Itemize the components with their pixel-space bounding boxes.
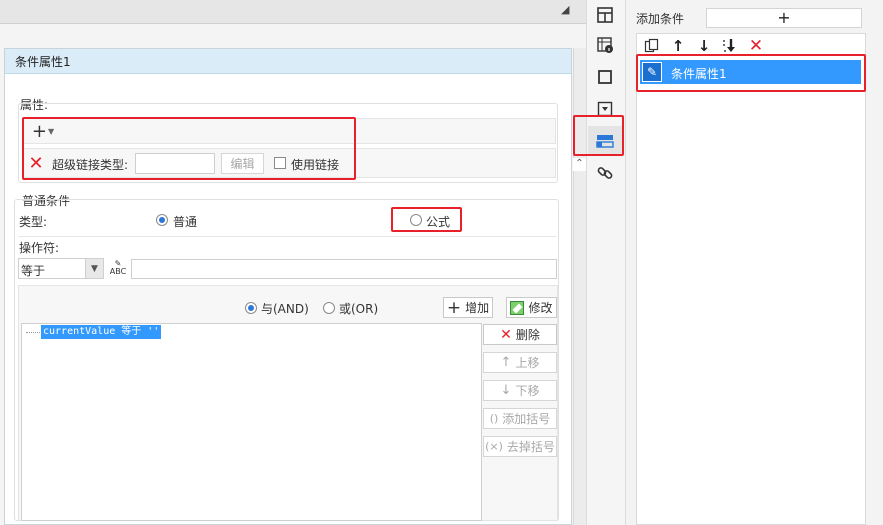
condition-property-icon[interactable] (588, 126, 622, 156)
or-radio[interactable] (323, 302, 335, 314)
frame-icon[interactable] (588, 62, 622, 92)
delete-icon: ✕ (500, 326, 512, 343)
use-link-checkbox[interactable] (274, 157, 286, 169)
add-condition-label: 添加条件 (636, 12, 685, 26)
plus-icon: + (777, 8, 791, 27)
condition-list-panel (636, 33, 866, 525)
condition-tree[interactable] (21, 323, 482, 521)
move-up-button[interactable]: ↑ 上移 (483, 352, 557, 373)
modify-condition-button[interactable]: 修改 (506, 297, 557, 318)
and-radio[interactable] (245, 302, 257, 314)
scroll-up-icon[interactable]: ⌃ (573, 158, 586, 171)
dropdown-icon[interactable] (588, 94, 622, 124)
modify-icon (510, 300, 525, 315)
add-bracket-button[interactable]: () 添加括号 (483, 408, 557, 429)
info-grid-icon[interactable] (588, 30, 622, 60)
type-formula-radio[interactable] (410, 214, 422, 226)
dialog-title: 条件属性1 (15, 55, 71, 69)
attr-toolbar (22, 118, 556, 144)
bracket-icon: () (489, 412, 499, 425)
remove-bracket-icon: (×) (485, 440, 503, 453)
hyperlink-type-input[interactable] (135, 153, 215, 174)
pencil-icon: ✎ (642, 62, 662, 82)
add-condition-field[interactable]: + (706, 8, 862, 28)
edit-button[interactable]: 编辑 (221, 153, 264, 174)
arrow-up-icon: ↑ (500, 355, 512, 370)
type-normal-label[interactable]: 普通 (173, 213, 197, 230)
section-divider (18, 236, 556, 237)
condition-tree-item[interactable]: currentValue 等于 '' (41, 325, 162, 339)
arrow-up-icon[interactable]: ↑ (669, 37, 687, 55)
type-formula-label[interactable]: 公式 (426, 213, 450, 230)
copy-icon[interactable] (643, 37, 661, 55)
chevron-down-icon: ▼ (85, 259, 103, 278)
add-condition-button[interactable]: + 增加 (443, 297, 493, 318)
collapse-corner-icon[interactable]: ◢ (561, 3, 575, 17)
tree-connector (26, 332, 40, 333)
arrow-down-icon: ↓ (500, 383, 512, 398)
hyperlink-type-label: 超级链接类型: (52, 158, 129, 172)
editor-top-bar (0, 0, 586, 24)
operator-select[interactable]: 等于 ▼ (18, 258, 104, 279)
type-normal-radio[interactable] (156, 214, 168, 226)
condition-list-item-label: 条件属性1 (671, 67, 727, 81)
delete-icon[interactable]: ✕ (747, 36, 765, 56)
operator-value: 等于 (21, 264, 46, 278)
remove-attribute-icon[interactable]: ✕ (27, 153, 45, 174)
use-link-label: 使用链接 (291, 158, 340, 172)
editor-scrollbar[interactable] (573, 48, 586, 525)
move-down-button[interactable]: ↓ 下移 (483, 380, 557, 401)
layout-icon[interactable] (588, 0, 622, 30)
add-attribute-button[interactable]: + ▼ (28, 121, 58, 142)
hyperlink-icon[interactable] (588, 158, 622, 188)
remove-bracket-button[interactable]: (×) 去掉括号 (483, 436, 557, 457)
operator-label: 操作符: (19, 241, 60, 255)
chevron-down-icon: ▼ (47, 126, 55, 136)
arrow-down-icon[interactable]: ↓ (695, 37, 713, 55)
move-to-bottom-icon[interactable] (720, 37, 740, 55)
and-label[interactable]: 与(AND) (261, 300, 309, 317)
delete-button[interactable]: ✕ 删除 (483, 324, 557, 345)
formula-editor-icon[interactable]: ✎ ABC (108, 258, 128, 278)
or-label[interactable]: 或(OR) (339, 300, 378, 317)
plus-icon: + (446, 297, 462, 318)
operator-value-input[interactable] (131, 259, 557, 279)
dialog-header (5, 49, 571, 74)
type-label: 类型: (19, 215, 48, 229)
